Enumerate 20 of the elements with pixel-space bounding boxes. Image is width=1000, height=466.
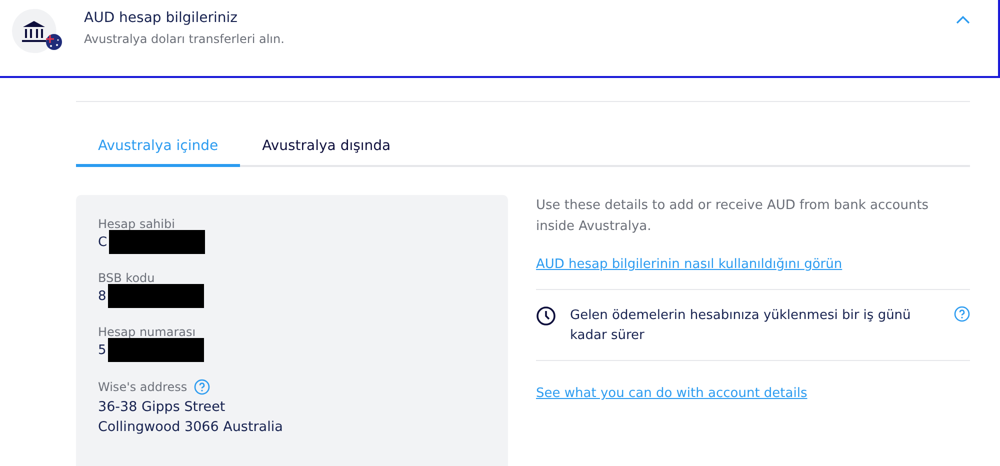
field-label: Hesap sahibi <box>98 217 175 231</box>
usage-link[interactable]: AUD hesap bilgilerinin nasıl kullanıldığını görün <box>536 257 970 290</box>
notice-text: Gelen ödemelerin hesabınıza yüklenmesi bir iş günü kadar sürer <box>570 307 912 345</box>
field-label: Hesap numarası <box>98 325 196 339</box>
account-details-link[interactable]: See what you can do with account details <box>536 386 970 418</box>
section-subtitle: Avustralya doları transferleri alın. <box>84 32 284 46</box>
description-text: Use these details to add or receive AUD from bank accounts inside Avustralya. <box>536 197 930 236</box>
section-title: AUD hesap bilgileriniz <box>84 10 238 26</box>
clock-icon <box>536 306 556 326</box>
field-value: 8 <box>98 288 106 304</box>
help-icon[interactable] <box>194 379 210 395</box>
help-icon[interactable] <box>954 306 970 322</box>
field-value: 5 <box>98 342 106 358</box>
address-line: 36-38 Gipps Street <box>98 399 226 415</box>
field-value: C <box>98 234 108 250</box>
address-line: Collingwood 3066 Australia <box>98 419 284 435</box>
field-label: BSB kodu <box>98 271 155 285</box>
tab[interactable]: Avustralya içinde <box>76 138 240 167</box>
tab[interactable]: Avustralya dışında <box>240 138 413 167</box>
field-label: Wise's address <box>98 380 188 394</box>
